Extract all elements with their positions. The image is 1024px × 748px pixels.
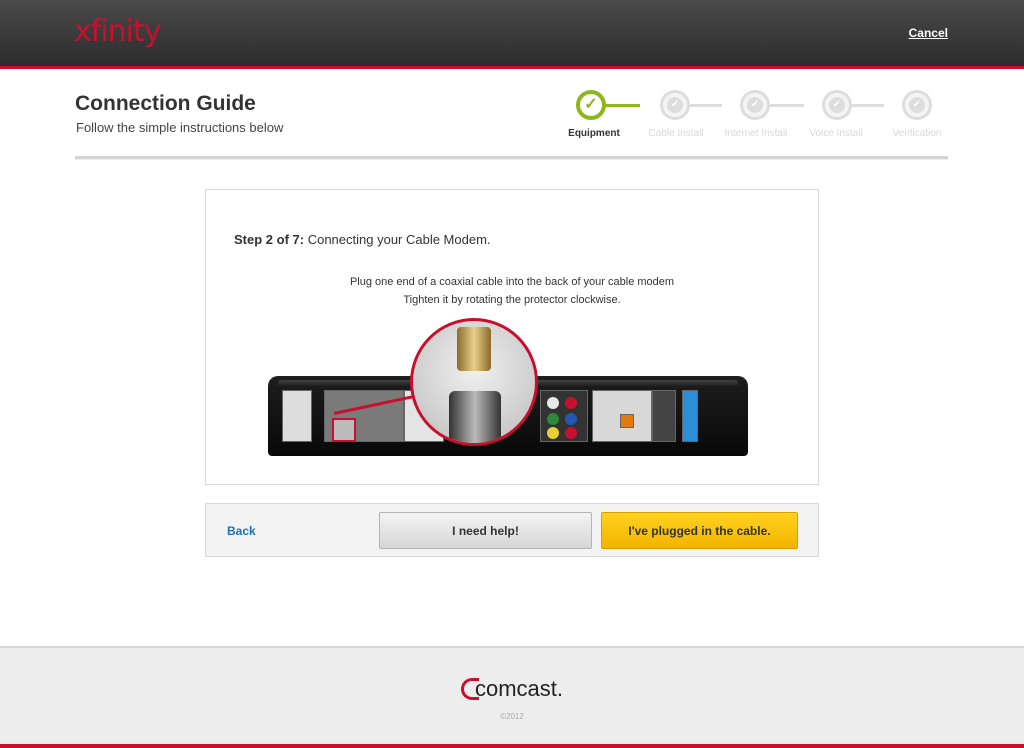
step-number: Step 2 of 7: — [234, 232, 305, 247]
copyright-text: ©2012 — [500, 712, 524, 721]
plugged-in-button[interactable]: I've plugged in the cable. — [601, 512, 798, 549]
check-icon: ✓ — [667, 97, 683, 113]
progress-step-internet-install: ✓ — [740, 90, 770, 120]
page-title: Connection Guide — [75, 92, 256, 115]
check-icon: ✓ — [829, 97, 845, 113]
top-bar: xfinity Cancel — [0, 0, 1024, 66]
cancel-link[interactable]: Cancel — [909, 26, 948, 40]
progress-label-internet-install: Internet Install — [724, 128, 788, 139]
step-title: Connecting your Cable Modem. — [307, 232, 491, 247]
footer-accent-bar — [0, 744, 1024, 748]
progress-tracker: ✓ ✓ ✓ ✓ ✓ Equipment Cable Install Intern… — [560, 88, 960, 148]
coax-zoom-illustration — [410, 318, 538, 446]
progress-step-verification: ✓ — [902, 90, 932, 120]
progress-label-voice-install: Voice Install — [809, 128, 863, 139]
progress-step-voice-install: ✓ — [822, 90, 852, 120]
title-divider — [75, 156, 948, 160]
action-bar: Back I need help! I've plugged in the ca… — [205, 503, 819, 557]
progress-label-equipment: Equipment — [568, 128, 620, 139]
progress-label-cable-install: Cable Install — [648, 128, 704, 139]
instruction-line-1: Plug one end of a coaxial cable into the… — [349, 276, 675, 288]
step-heading: Step 2 of 7: Connecting your Cable Modem… — [234, 232, 491, 247]
check-icon: ✓ — [583, 96, 599, 113]
back-link[interactable]: Back — [227, 524, 256, 538]
page-subtitle: Follow the simple instructions below — [76, 120, 284, 135]
footer: comcast. ©2012 — [0, 646, 1024, 744]
xfinity-logo[interactable]: xfinity — [74, 14, 162, 49]
progress-label-verification: Verification — [892, 128, 942, 139]
progress-step-equipment: ✓ — [576, 90, 606, 120]
check-icon: ✓ — [747, 97, 763, 113]
instruction-line-2: Tighten it by rotating the protector clo… — [403, 294, 621, 306]
coax-port-highlight — [332, 418, 356, 442]
header-divider — [0, 66, 1024, 69]
instruction-card: Step 2 of 7: Connecting your Cable Modem… — [205, 189, 819, 485]
comcast-logo: comcast. — [0, 676, 1024, 702]
check-icon: ✓ — [909, 97, 925, 113]
progress-step-cable-install: ✓ — [660, 90, 690, 120]
comcast-wordmark: comcast — [474, 676, 557, 701]
need-help-button[interactable]: I need help! — [379, 512, 592, 549]
